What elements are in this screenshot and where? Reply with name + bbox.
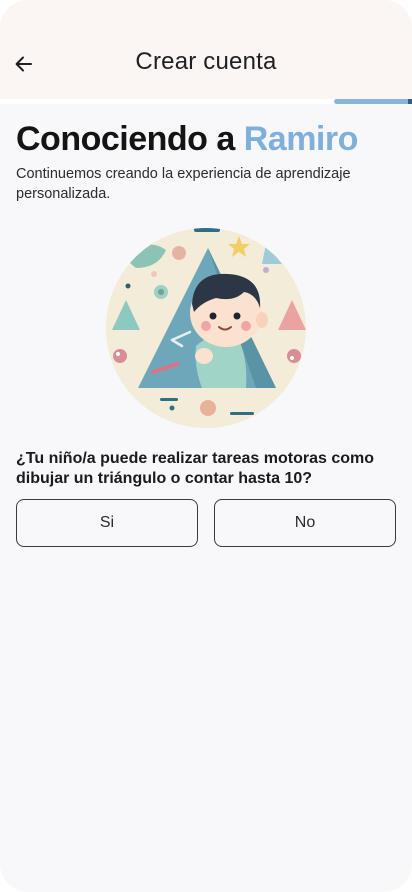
intro-heading-prefix: Conociendo a xyxy=(16,120,244,158)
progress-bar-fill xyxy=(333,99,412,104)
header-bar: Crear cuenta xyxy=(0,0,412,100)
question-text: ¿Tu niño/a puede realizar tareas motoras… xyxy=(16,450,375,487)
child-triangle-illustration xyxy=(106,228,306,428)
progress-bar xyxy=(0,99,412,104)
intro-heading: Conociendo a Ramiro xyxy=(16,120,358,159)
page-title: Crear cuenta xyxy=(135,48,277,75)
intro-subtitle: Continuemos creando la experiencia de ap… xyxy=(16,166,351,202)
app-screen: Crear cuenta Conociendo a Ramiro Continu… xyxy=(0,0,412,892)
answer-yes-button[interactable]: Si xyxy=(16,499,198,547)
progress-bar-cap xyxy=(408,99,412,104)
answer-no-button[interactable]: No xyxy=(214,499,396,547)
child-name: Ramiro xyxy=(243,120,359,158)
